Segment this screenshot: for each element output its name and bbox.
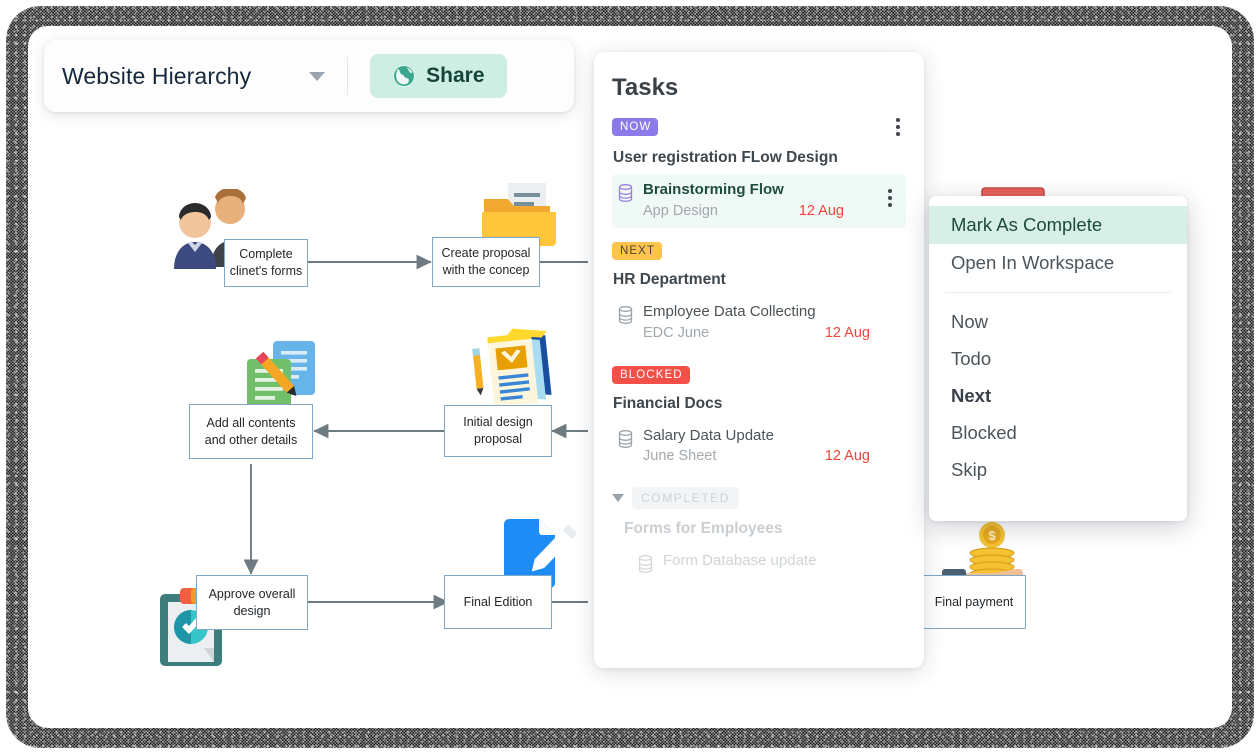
database-icon: [618, 429, 633, 453]
status-badge-now: NOW: [612, 118, 659, 136]
task-row[interactable]: Salary Data Update June Sheet 12 Aug: [612, 420, 906, 474]
task-group-name: Financial Docs: [613, 394, 723, 412]
flow-node-label: Create proposal with the concep: [441, 246, 531, 277]
completed-section-toggle[interactable]: COMPLETED: [612, 487, 906, 510]
task-content: Brainstorming Flow App Design 12 Aug: [643, 181, 872, 219]
task-project: EDC June: [643, 324, 710, 341]
flow-node-final-edition[interactable]: Final Edition: [444, 575, 552, 629]
task-title: Form Database update: [663, 552, 817, 570]
task-group-now: NOW User registration FLow Design Brains…: [612, 116, 906, 228]
task-row[interactable]: Brainstorming Flow App Design 12 Aug: [612, 174, 906, 228]
task-project: App Design: [643, 202, 718, 219]
screenshot-root: Website Hierarchy Share $ Complete cline…: [0, 0, 1260, 754]
task-title: Salary Data Update: [643, 426, 774, 444]
task-due-date: 12 Aug: [824, 448, 870, 465]
task-group-next: NEXT HR Department Employee Data Collect…: [612, 241, 906, 350]
menu-item-todo[interactable]: Todo: [929, 340, 1187, 377]
flow-node-approve-overall-design[interactable]: Approve overall design: [196, 575, 308, 630]
task-group-blocked: BLOCKED Financial Docs Salary Data Updat…: [612, 365, 906, 474]
app-canvas: Website Hierarchy Share $ Complete cline…: [28, 26, 1232, 728]
task-project: June Sheet: [643, 448, 717, 465]
menu-item-now[interactable]: Now: [929, 303, 1187, 340]
menu-state-group: Now Todo Next Blocked Skip: [929, 303, 1187, 488]
svg-text:$: $: [988, 528, 996, 543]
task-row[interactable]: Employee Data Collecting EDC June 12 Aug: [612, 296, 906, 350]
menu-item-mark-as-complete[interactable]: Mark As Complete: [929, 206, 1187, 244]
menu-item-next[interactable]: Next: [929, 377, 1187, 414]
task-meta: App Design 12 Aug: [643, 203, 872, 219]
flow-node-label: Initial design proposal: [463, 415, 533, 446]
menu-item-open-in-workspace[interactable]: Open In Workspace: [929, 244, 1187, 282]
task-group-header: NOW: [612, 116, 906, 138]
task-group-name: HR Department: [613, 270, 726, 288]
completed-group-name: Forms for Employees: [624, 520, 783, 538]
task-due-date: 12 Aug: [798, 202, 844, 219]
task-group-name: User registration FLow Design: [613, 149, 838, 166]
menu-divider: [945, 292, 1171, 293]
status-badge-completed: COMPLETED: [632, 487, 740, 510]
task-content: Employee Data Collecting EDC June 12 Aug: [643, 303, 898, 341]
task-group-header: NEXT: [612, 241, 906, 260]
flow-node-complete-clients-forms[interactable]: Complete clinet's forms: [224, 239, 308, 287]
task-row[interactable]: Form Database update: [632, 545, 906, 587]
menu-item-blocked[interactable]: Blocked: [929, 414, 1187, 451]
flow-node-add-all-contents[interactable]: Add all contents and other details: [189, 404, 313, 459]
status-badge-next: NEXT: [612, 241, 663, 260]
task-title: Brainstorming Flow: [643, 181, 784, 198]
tasks-panel: Tasks NOW User registration FLow Design: [594, 52, 924, 668]
task-group-header: BLOCKED: [612, 365, 906, 384]
task-due-date: 12 Aug: [824, 324, 870, 341]
task-context-menu: Mark As Complete Open In Workspace Now T…: [929, 196, 1187, 521]
task-content: Salary Data Update June Sheet 12 Aug: [643, 427, 898, 465]
tasks-panel-title: Tasks: [612, 74, 679, 101]
status-badge-blocked: BLOCKED: [612, 365, 690, 384]
task-title: Employee Data Collecting: [643, 302, 816, 320]
flow-node-label: Add all contents and other details: [204, 415, 298, 447]
triangle-down-icon: [612, 494, 624, 503]
task-meta: EDC June 12 Aug: [643, 325, 898, 341]
database-icon: [618, 305, 633, 329]
flow-node-label: Final Edition: [463, 594, 533, 609]
task-kebab-menu-button[interactable]: [882, 187, 898, 209]
group-kebab-menu-button[interactable]: [890, 116, 906, 138]
task-content: Form Database update: [663, 552, 898, 571]
flow-node-label: Approve overall design: [208, 586, 296, 618]
database-icon: [618, 184, 633, 207]
flow-node-create-proposal[interactable]: Create proposal with the concep: [432, 237, 540, 287]
flow-node-initial-design-proposal[interactable]: Initial design proposal: [444, 405, 552, 457]
task-meta: June Sheet 12 Aug: [643, 448, 898, 464]
flow-node-label: Final payment: [934, 594, 1014, 609]
flow-node-final-payment[interactable]: Final payment: [922, 575, 1026, 629]
database-icon: [638, 555, 653, 578]
menu-item-skip[interactable]: Skip: [929, 451, 1187, 488]
flow-node-label: Complete clinet's forms: [229, 247, 303, 278]
